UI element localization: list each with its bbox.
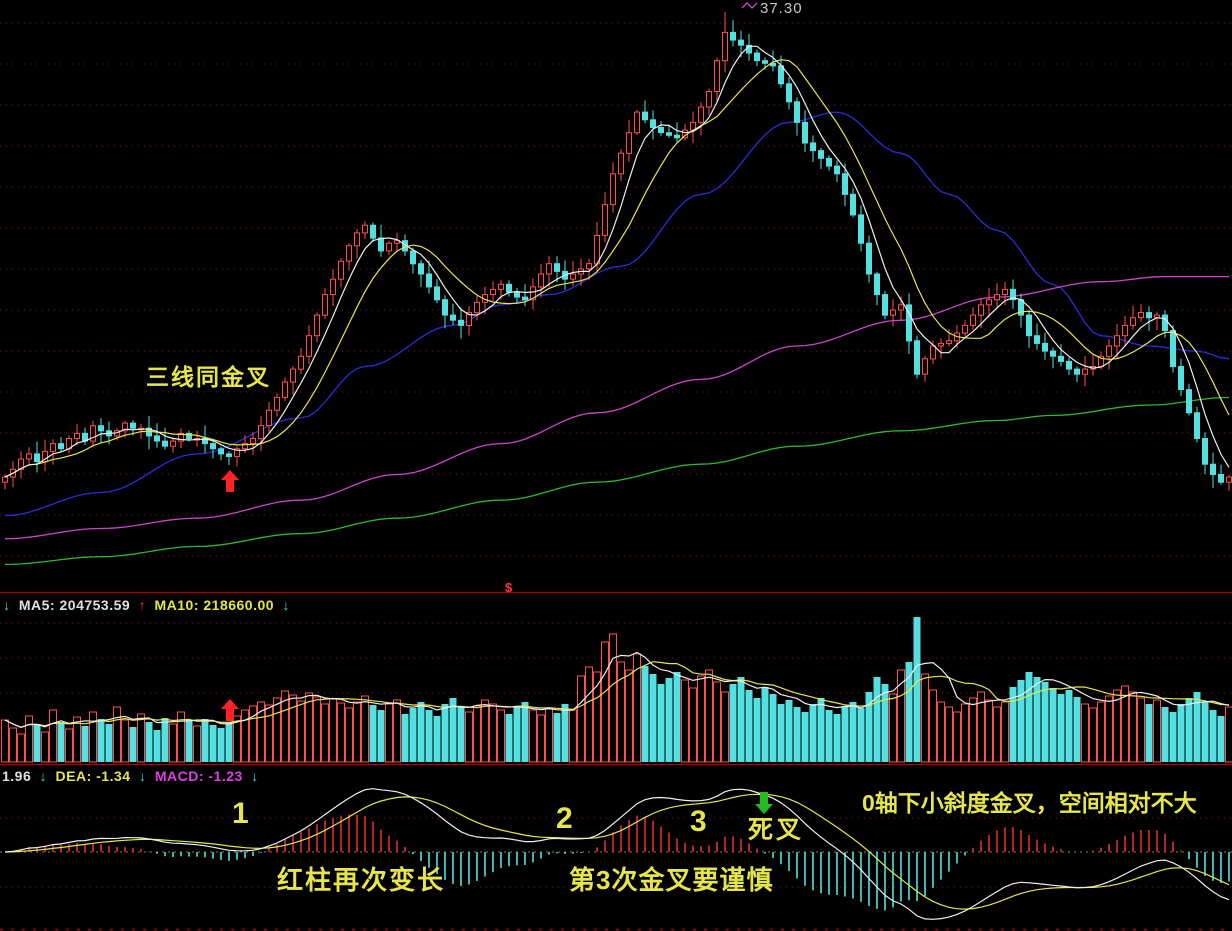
peak-price-label: 37.30 xyxy=(760,1,803,16)
down-arrow-icon: ↓ xyxy=(40,768,48,784)
event-marker-dollar: $ xyxy=(505,581,512,594)
macd-dea-value: DEA: -1.34 xyxy=(56,768,131,784)
annotation-golden-cross-2: 2 xyxy=(556,804,573,834)
macd-macd-value: MACD: -1.23 xyxy=(155,768,243,784)
annotation-three-line-golden-cross: 三线同金叉 xyxy=(146,366,271,389)
macd-dif-value: 1.96 xyxy=(2,768,31,784)
down-arrow-icon: ↓ xyxy=(3,597,11,613)
annotation-zero-axis-note: 0轴下小斜度金叉，空间相对不大 xyxy=(862,792,1197,815)
volume-ma10-value: MA10: 218660.00 xyxy=(154,597,274,613)
down-arrow-icon: ↓ xyxy=(139,768,147,784)
annotation-third-cross-caution: 第3次金叉要谨慎 xyxy=(569,867,773,893)
buy-signal-arrow-price xyxy=(221,470,239,492)
volume-ma5-value: MA5: 204753.59 xyxy=(19,597,130,613)
annotation-golden-cross-3: 3 xyxy=(690,807,707,837)
annotation-death-cross: 死叉 xyxy=(748,818,804,843)
macd-indicator-header: 1.96 ↓ DEA: -1.34 ↓ MACD: -1.23 ↓ xyxy=(2,769,263,783)
volume-indicator-header: ↓ MA5: 204753.59 ↑ MA10: 218660.00 ↓ xyxy=(3,598,294,612)
annotation-red-bars-lengthen: 红柱再次变长 xyxy=(277,867,445,893)
annotation-golden-cross-1: 1 xyxy=(232,799,249,829)
down-arrow-icon: ↓ xyxy=(251,768,259,784)
up-arrow-icon: ↑ xyxy=(139,597,147,613)
down-arrow-icon: ↓ xyxy=(282,597,290,613)
stock-chart-app: 37.30 三线同金叉 $ ↓ MA5: 204753.59 ↑ MA10: 2… xyxy=(0,0,1232,931)
